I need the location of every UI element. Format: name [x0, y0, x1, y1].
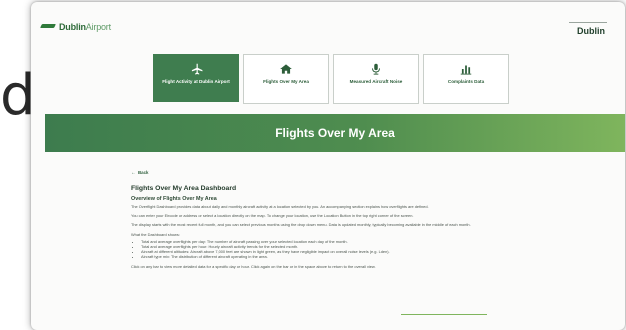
tile-label: Complaints Data — [447, 79, 485, 84]
divider — [401, 314, 487, 315]
tile-label: Flights Over My Area — [263, 79, 309, 84]
overview-subheading: Overview of Flights Over My Area — [131, 196, 217, 202]
list-item: Aircraft type mix: The distribution of d… — [141, 254, 551, 259]
photo-frame: d DublinAirport Dublin Flight Activity a… — [0, 0, 626, 330]
tile-label: Measured Aircraft Noise — [349, 79, 403, 84]
logo-text-light: Airport — [85, 22, 111, 32]
display-paragraph: The display starts with the most recent … — [131, 222, 471, 228]
tile-label: Flight Activity at Dublin Airport — [162, 79, 230, 84]
dashboard-content: ← Back Flights Over My Area Dashboard Ove… — [131, 170, 551, 269]
airplane-icon — [189, 63, 203, 75]
page-banner: Flights Over My Area — [45, 114, 625, 152]
list-intro: What the Dashboard shows: — [131, 231, 180, 237]
feature-list: Total and average overflights per day: T… — [131, 239, 551, 260]
bar-chart-icon — [459, 63, 473, 75]
location-button[interactable]: Dublin — [569, 22, 607, 36]
tile-measured-aircraft-noise[interactable]: Measured Aircraft Noise — [333, 54, 419, 104]
site-header: DublinAirport Dublin — [31, 2, 625, 42]
click-instructions: Click on any bar to view more detailed d… — [131, 263, 376, 269]
logo-text-bold: Dublin — [59, 22, 86, 32]
back-label: Back — [138, 170, 149, 175]
intro-paragraph: The Overflight Dashboard provides data a… — [131, 204, 429, 209]
arrow-left-icon: ← — [131, 170, 136, 176]
home-icon — [279, 63, 293, 75]
dashboard-heading: Flights Over My Area Dashboard — [131, 185, 237, 192]
tile-complaints-data[interactable]: Complaints Data — [423, 54, 509, 104]
dashboard-tiles: Flight Activity at Dublin Airport Flight… — [153, 54, 509, 104]
airport-logo-icon — [41, 23, 55, 31]
browser-screen: DublinAirport Dublin Flight Activity at … — [31, 2, 625, 330]
tile-flight-activity[interactable]: Flight Activity at Dublin Airport — [153, 54, 239, 102]
dublin-airport-logo[interactable]: DublinAirport — [41, 22, 111, 32]
back-link[interactable]: ← Back — [131, 170, 551, 176]
location-paragraph: You can enter your Eircode or address or… — [131, 213, 414, 219]
tile-flights-over-my-area[interactable]: Flights Over My Area — [243, 54, 329, 104]
microphone-icon — [369, 63, 383, 75]
page-title: Flights Over My Area — [275, 126, 395, 140]
